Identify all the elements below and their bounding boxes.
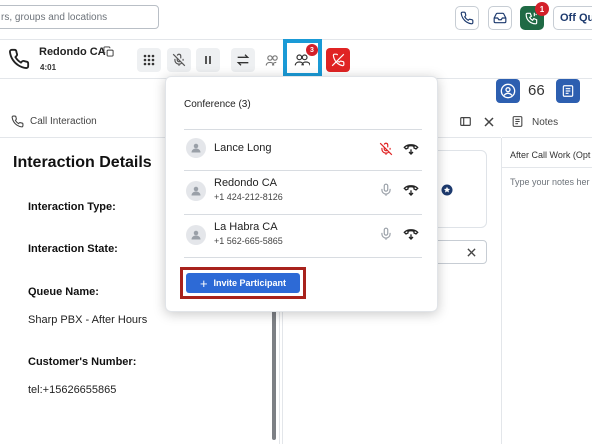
panel-title: Call Interaction	[30, 116, 97, 127]
transfer-button[interactable]	[231, 48, 255, 72]
interaction-type-label: Interaction Type:	[28, 201, 116, 213]
invite-participant-button[interactable]: + Invite Participant	[186, 273, 300, 293]
notes-icon	[562, 85, 574, 97]
top-bar: rs, groups and locations 1 Off Qu	[0, 0, 592, 40]
phone-icon	[9, 48, 30, 69]
customer-number-label: Customer's Number:	[28, 356, 137, 368]
divider	[184, 257, 422, 258]
hang-up-participant-icon[interactable]	[403, 141, 419, 155]
plus-icon: +	[199, 275, 208, 291]
notification-badge: 1	[535, 2, 549, 16]
hang-up-participant-icon[interactable]	[403, 182, 419, 196]
conference-popover: Conference (3) Lance Long Redondo CA +1 …	[165, 76, 438, 312]
queue-name-label: Queue Name:	[28, 286, 99, 298]
phone-icon	[11, 115, 24, 128]
microphone-icon[interactable]	[379, 183, 393, 197]
interaction-details-title: Interaction Details	[13, 154, 152, 171]
copy-icon[interactable]	[103, 46, 114, 57]
notes-textarea[interactable]: Type your notes her	[510, 177, 590, 187]
conference-title: Conference (3)	[184, 99, 251, 110]
dialpad-icon	[143, 54, 155, 66]
divider	[501, 138, 502, 444]
panel-icon[interactable]	[460, 117, 471, 126]
queue-status-button[interactable]: Off Qu	[553, 6, 592, 30]
participant-row: La Habra CA +1 562-665-5865	[184, 215, 422, 255]
microphone-off-icon[interactable]	[379, 142, 393, 156]
avatar	[186, 138, 206, 158]
close-icon[interactable]	[484, 117, 494, 127]
queue-name-value: Sharp PBX - After Hours	[28, 314, 148, 326]
invite-button-highlight: + Invite Participant	[180, 267, 306, 299]
participant-name: Lance Long	[214, 142, 272, 154]
dialpad-button[interactable]	[137, 48, 161, 72]
participant-row: Lance Long	[184, 130, 422, 170]
call-duration: 4:01	[40, 63, 57, 72]
scrollbar[interactable]	[272, 292, 276, 440]
phone-icon	[460, 11, 474, 25]
mute-button[interactable]	[167, 48, 191, 72]
participant-row: Redondo CA +1 424-212-8126	[184, 171, 422, 211]
search-input[interactable]: rs, groups and locations	[0, 5, 159, 29]
agent-status-button[interactable]: 1	[520, 2, 549, 30]
add-participant-button[interactable]	[260, 48, 284, 72]
users-icon	[265, 54, 278, 66]
conference-button-highlight	[283, 39, 322, 77]
hang-up-icon	[331, 53, 345, 67]
user-icon	[191, 143, 201, 153]
clear-icon[interactable]	[467, 248, 476, 257]
notes-icon	[512, 116, 523, 127]
user-icon	[191, 230, 201, 240]
inbox-button[interactable]	[488, 6, 512, 30]
queue-count: 66	[528, 82, 545, 99]
contact-button[interactable]	[496, 79, 520, 103]
user-circle-icon	[500, 83, 516, 99]
hold-button[interactable]	[196, 48, 220, 72]
microphone-off-icon	[172, 53, 186, 67]
notes-toggle-button[interactable]	[556, 79, 580, 103]
star-badge-icon	[441, 184, 453, 196]
inbox-icon	[493, 12, 507, 24]
caller-name: Redondo CA	[39, 46, 106, 58]
hang-up-participant-icon[interactable]	[403, 226, 419, 240]
participant-phone: +1 424-212-8126	[214, 192, 283, 202]
microphone-icon[interactable]	[379, 227, 393, 241]
hang-up-button[interactable]	[326, 48, 350, 72]
pause-icon	[205, 56, 211, 64]
dialpad-phone-button[interactable]	[455, 6, 479, 30]
invite-participant-label: Invite Participant	[213, 278, 287, 288]
notes-title: Notes	[532, 117, 559, 128]
participant-name: La Habra CA	[214, 221, 278, 233]
avatar	[186, 181, 206, 201]
participant-phone: +1 562-665-5865	[214, 236, 283, 246]
interaction-state-label: Interaction State:	[28, 243, 118, 255]
participant-name: Redondo CA	[214, 177, 277, 189]
transfer-icon	[236, 54, 250, 66]
after-call-work-select[interactable]: After Call Work (Opt	[510, 150, 590, 160]
customer-number-value: tel:+15626655865	[28, 384, 117, 396]
avatar	[186, 225, 206, 245]
user-icon	[191, 186, 201, 196]
